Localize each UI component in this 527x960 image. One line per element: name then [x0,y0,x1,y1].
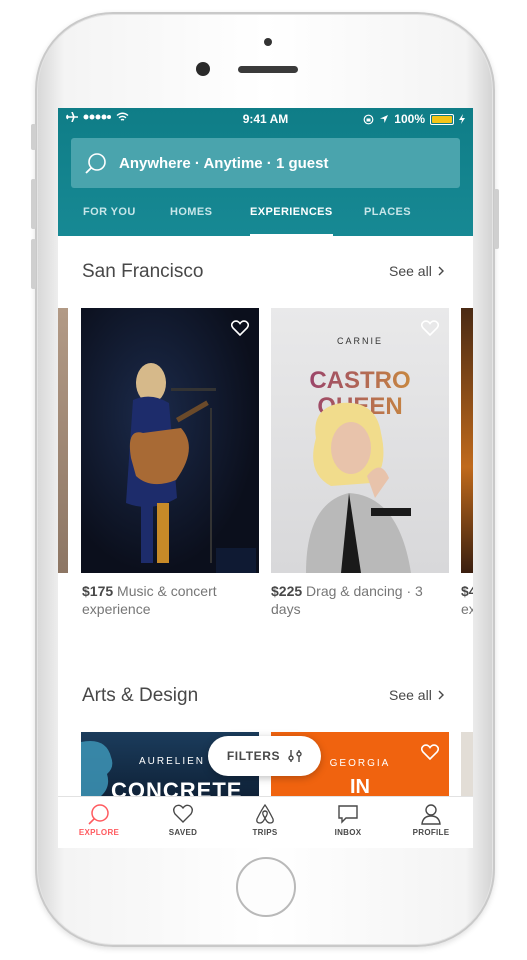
nav-trips[interactable]: TRIPS [230,803,300,837]
earpiece-speaker [238,66,298,73]
section-title-san-francisco: San Francisco [82,261,204,282]
musician-image [126,363,256,573]
card-price: $175 [82,583,114,599]
proximity-sensor [264,38,272,46]
lock-rotation-icon [363,114,374,124]
see-all-link-san-francisco[interactable]: See all [389,263,444,279]
see-all-label: See all [389,263,432,279]
nav-label: TRIPS [252,828,278,837]
front-camera [196,62,210,76]
poster-title: IN [350,776,370,796]
home-button[interactable] [236,857,296,917]
chevron-right-icon [438,690,444,700]
nav-label: SAVED [168,828,198,837]
card-image-next[interactable] [461,308,473,573]
battery-icon [430,113,454,125]
card-image-music[interactable] [81,308,259,573]
person-icon [421,804,441,825]
volume-down-button [31,239,36,289]
poster-title: CONCRETE [111,778,243,796]
search-query-text: Anywhere · Anytime · 1 guest [119,154,329,172]
charging-icon [459,114,465,124]
nav-label: EXPLORE [78,828,120,837]
filters-label: FILTERS [226,749,281,763]
volume-up-button [31,179,36,229]
nav-label: INBOX [334,828,362,837]
card-title: Music & concert [117,583,217,599]
card-image-next-arts[interactable] [461,732,473,796]
battery-percent: 100% [394,112,425,126]
nav-inbox[interactable]: INBOX [313,803,383,837]
filters-button[interactable]: FILTERS [208,736,321,776]
heart-icon[interactable] [421,320,439,336]
airbnb-logo-icon [256,803,274,824]
card-caption-next: $4 ex [461,582,473,618]
poster-small-text: AURELIEN [139,756,206,767]
tab-for-you[interactable]: FOR YOU [83,206,136,236]
nav-profile[interactable]: PROFILE [396,803,466,837]
search-icon [88,804,109,825]
nav-explore[interactable]: EXPLORE [64,803,134,837]
search-icon [85,153,106,174]
see-all-link-arts-design[interactable]: See all [389,687,444,703]
section-title-arts-design: Arts & Design [82,685,199,706]
app-screen: 9:41 AM 100% Anywhere · Anytime · 1 gues… [58,108,473,848]
card-caption-drag: $225 Drag & dancing · 3 days [271,582,453,618]
drag-queen-image [306,402,411,573]
chevron-right-icon [438,266,444,276]
mute-switch [31,124,36,150]
nav-label: PROFILE [412,828,450,837]
search-bar[interactable]: Anywhere · Anytime · 1 guest [71,138,460,188]
category-tabs: FOR YOU HOMES EXPERIENCES PLACES [58,196,473,236]
sliders-icon [288,750,302,762]
location-icon [380,115,389,123]
tab-homes[interactable]: HOMES [170,206,212,236]
card-price: $225 [271,583,303,599]
heart-icon[interactable] [421,744,439,760]
status-bar: 9:41 AM 100% [58,108,473,130]
card-image-drag[interactable]: CARNIE CASTRO QUEEN [271,308,449,573]
card-caption-music: $175 Music & concert experience [82,582,260,618]
heart-icon [173,804,193,823]
card-title-continued: days [271,601,301,617]
power-button [494,189,499,249]
header: 9:41 AM 100% Anywhere · Anytime · 1 gues… [58,108,473,236]
card-title-continued: experience [82,601,151,617]
card-title: Drag & dancing · 3 [306,583,423,599]
tab-experiences[interactable]: EXPERIENCES [250,206,333,236]
heart-icon[interactable] [231,320,249,336]
tab-places[interactable]: PLACES [364,206,411,236]
card-price: $4 [461,583,473,599]
bottom-navigation: EXPLORE SAVED TRIPS INBOX PROFILE [58,796,473,848]
card-title-continued: ex [461,601,473,617]
message-icon [338,805,358,824]
card-image-previous[interactable] [58,308,68,573]
nav-saved[interactable]: SAVED [148,803,218,837]
see-all-label: See all [389,687,432,703]
